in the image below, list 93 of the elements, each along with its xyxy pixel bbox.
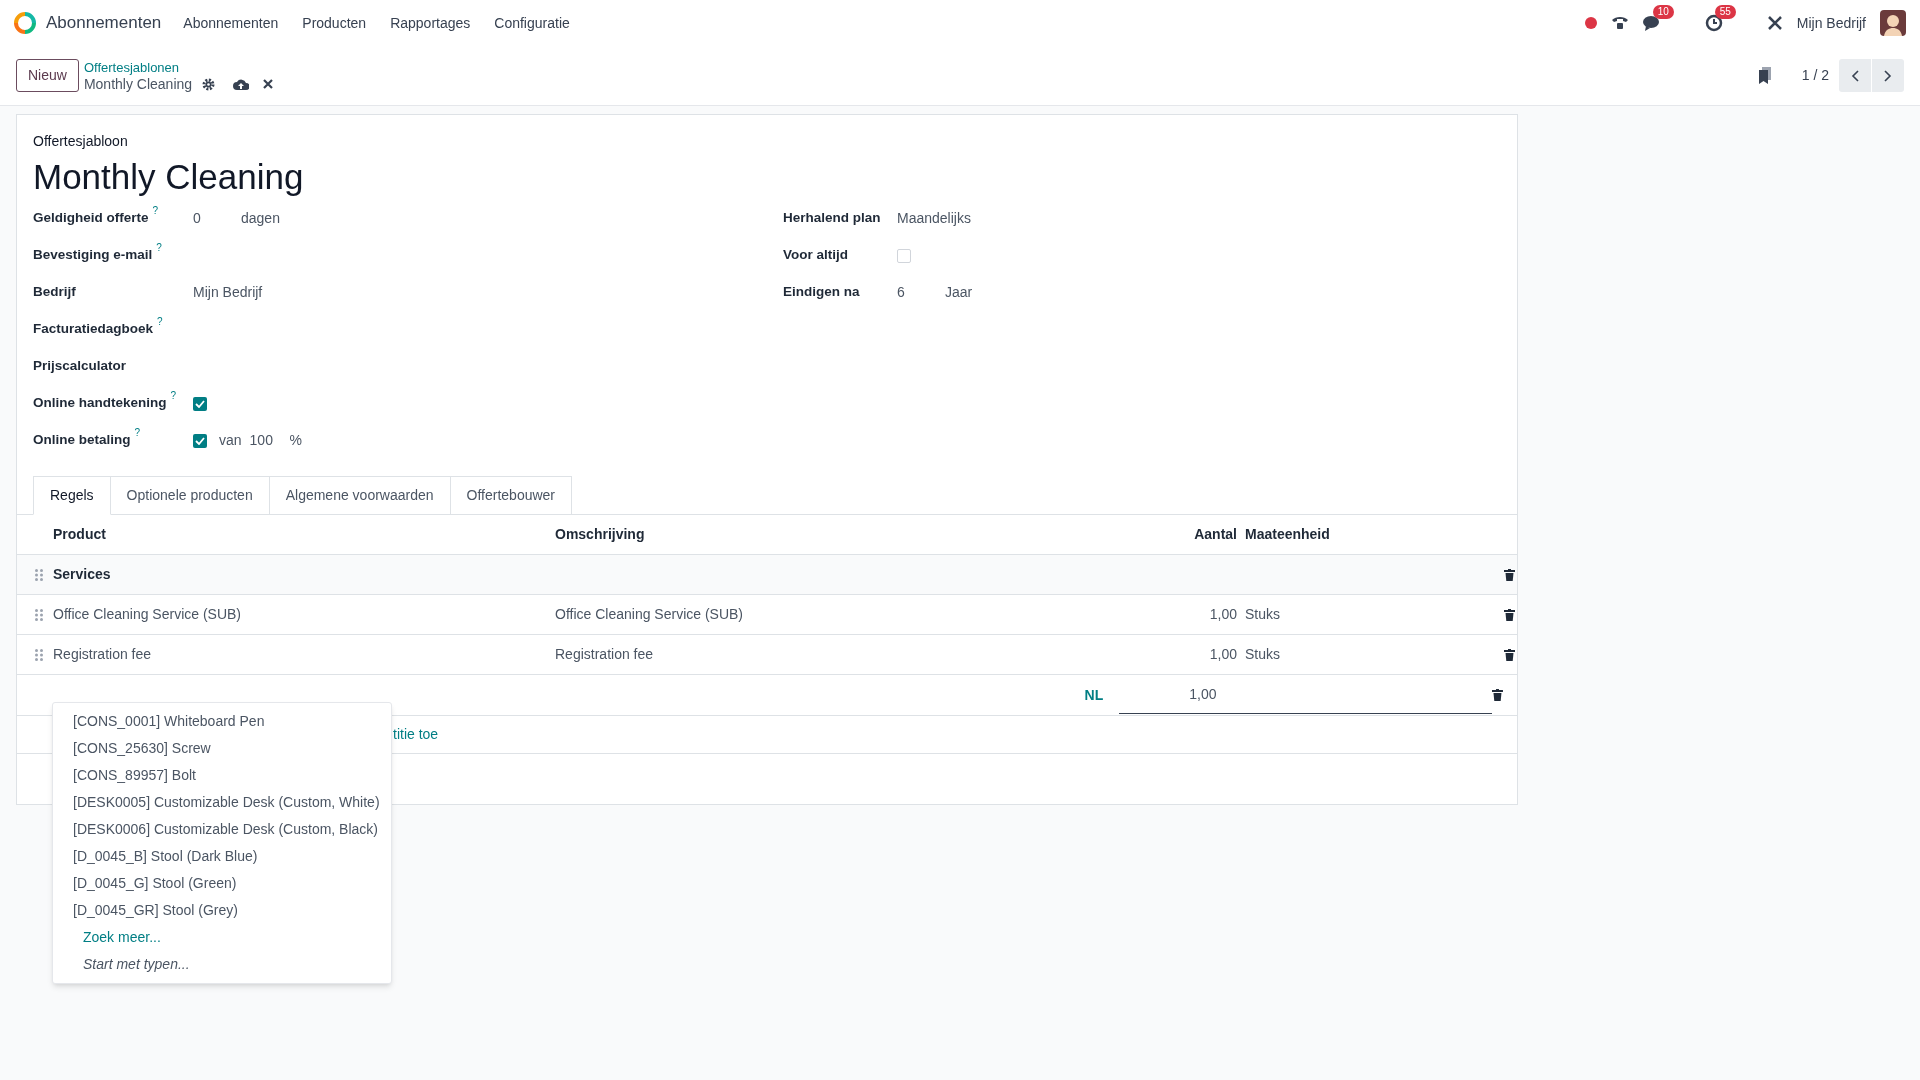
add-note-link[interactable]: titie toe xyxy=(393,724,439,745)
table-cell-text: Office Cleaning Service (SUB) xyxy=(555,605,745,624)
dropdown-item[interactable]: [D_0045_GR] Stool (Grey) xyxy=(53,897,391,924)
help-tooltip[interactable]: ? xyxy=(157,317,163,328)
help-tooltip[interactable]: ? xyxy=(134,428,141,439)
table-cell-text: Stuks xyxy=(1245,645,1280,664)
chevron-left-icon xyxy=(1851,69,1859,82)
tab[interactable]: Regels xyxy=(33,476,111,515)
trash-icon[interactable] xyxy=(1504,648,1515,661)
next-button[interactable] xyxy=(1872,59,1904,92)
close-icon[interactable] xyxy=(263,79,274,89)
avatar-icon[interactable] xyxy=(1880,10,1906,36)
breadcrumb-link[interactable]: Offertesjablonen xyxy=(83,58,274,76)
field-label: Prijscalculator xyxy=(33,357,127,376)
section-name: Services xyxy=(53,565,111,584)
field-label: Online betaling xyxy=(33,431,131,450)
field-label: Eindigen na xyxy=(783,283,860,302)
trash-icon[interactable] xyxy=(1504,608,1515,621)
tab[interactable]: Algemene voorwaarden xyxy=(269,476,451,515)
search-more-link[interactable]: Zoek meer... xyxy=(53,924,391,951)
unit-label[interactable]: dagen xyxy=(241,208,280,229)
check-icon xyxy=(195,436,205,445)
help-tooltip[interactable]: ? xyxy=(156,243,162,254)
field-label: Geldigheid offerte xyxy=(33,209,149,228)
checkbox[interactable] xyxy=(193,433,207,448)
dropdown-item[interactable]: [DESK0006] Customizable Desk (Custom, Black) xyxy=(53,816,391,843)
app-name[interactable]: Abonnementen xyxy=(46,10,162,36)
table-cell-text: Office Cleaning Service (SUB) xyxy=(53,605,242,624)
language-button[interactable]: NL xyxy=(1084,684,1104,706)
form-title: Monthly Cleaning xyxy=(33,156,305,198)
column-header[interactable]: Product xyxy=(35,524,555,545)
unit-label: % xyxy=(289,431,303,450)
checkbox[interactable] xyxy=(897,248,911,263)
column-header[interactable]: Aantal xyxy=(1075,524,1245,545)
record-name: Monthly Cleaning xyxy=(83,75,193,93)
message-count-badge: 10 xyxy=(1652,5,1674,19)
trash-icon[interactable] xyxy=(1492,689,1503,701)
field-label: Online handtekening xyxy=(33,394,167,413)
pager-value[interactable]: 1 / 2 xyxy=(1801,65,1829,86)
tab[interactable]: Optionele producten xyxy=(110,476,270,515)
cloud-upload-icon[interactable] xyxy=(233,78,250,90)
help-tooltip[interactable]: ? xyxy=(152,206,159,217)
activity-count-badge: 55 xyxy=(1714,5,1736,19)
bookmark-icon[interactable] xyxy=(1757,67,1772,84)
chevron-right-icon xyxy=(1884,69,1892,82)
quantity-input[interactable]: 1,00 xyxy=(1119,676,1493,714)
unit-label[interactable]: Jaar xyxy=(945,282,973,303)
table-cell-text: Stuks xyxy=(1245,605,1280,624)
table-cell-text: Registration fee xyxy=(53,645,152,664)
field-value[interactable]: Mijn Bedrijf xyxy=(193,282,263,303)
form-caption: Offertesjabloon xyxy=(33,132,129,151)
phone-icon[interactable] xyxy=(1610,15,1629,31)
table-cell-text: 1,00 xyxy=(1208,645,1238,664)
drag-handle-icon[interactable] xyxy=(35,568,43,581)
company-name[interactable]: Mijn Bedrijf xyxy=(1796,12,1866,34)
field-value[interactable]: Maandelijks xyxy=(897,208,971,229)
table-cell-text: 1,00 xyxy=(1208,605,1238,624)
column-header[interactable]: Omschrijving xyxy=(555,524,1075,545)
trash-icon[interactable] xyxy=(1504,568,1515,581)
tab[interactable]: Offertebouwer xyxy=(450,476,573,515)
prefix-label: van xyxy=(219,431,242,450)
column-header[interactable]: Maateenheid xyxy=(1245,524,1515,545)
app-logo-icon[interactable] xyxy=(14,12,36,34)
dropdown-item[interactable]: [CONS_25630] Screw xyxy=(53,735,391,762)
menu-item[interactable]: Producten xyxy=(290,8,379,38)
field-label: Herhalend plan xyxy=(783,209,881,228)
drag-handle-icon[interactable] xyxy=(35,608,43,621)
drag-handle-icon[interactable] xyxy=(35,648,43,661)
help-tooltip[interactable]: ? xyxy=(170,391,177,402)
menu-item[interactable]: Rapportages xyxy=(378,8,483,38)
dropdown-item[interactable]: [CONS_89957] Bolt xyxy=(53,762,391,789)
check-icon xyxy=(195,399,205,408)
record-dot-icon[interactable] xyxy=(1584,17,1597,29)
field-label: Voor altijd xyxy=(783,246,848,265)
field-value[interactable]: 6 xyxy=(897,282,945,303)
dropdown-item[interactable]: [CONS_0001] Whiteboard Pen xyxy=(53,708,391,735)
dropdown-item[interactable]: [D_0045_B] Stool (Dark Blue) xyxy=(53,843,391,870)
dropdown-item[interactable]: [DESK0005] Customizable Desk (Custom, White) xyxy=(53,789,391,816)
typing-hint: Start met typen... xyxy=(82,955,191,974)
gear-icon[interactable] xyxy=(202,77,216,91)
menu-item[interactable]: Configuratie xyxy=(482,8,582,38)
table-cell-text: Registration fee xyxy=(555,645,655,664)
field-value[interactable]: 100 xyxy=(249,430,290,451)
field-label: Facturatiedagboek xyxy=(33,320,154,339)
field-label: Bevestiging e-mail xyxy=(33,246,153,265)
field-value[interactable]: 0 xyxy=(193,208,241,229)
clock-icon[interactable] xyxy=(1704,14,1723,32)
menu-item[interactable]: Abonnementen xyxy=(171,8,291,38)
previous-button[interactable] xyxy=(1839,59,1871,92)
dropdown-item[interactable]: [D_0045_G] Stool (Green) xyxy=(53,870,391,897)
new-button[interactable]: Nieuw xyxy=(16,59,79,92)
field-label: Bedrijf xyxy=(33,283,76,302)
checkbox[interactable] xyxy=(193,396,207,411)
